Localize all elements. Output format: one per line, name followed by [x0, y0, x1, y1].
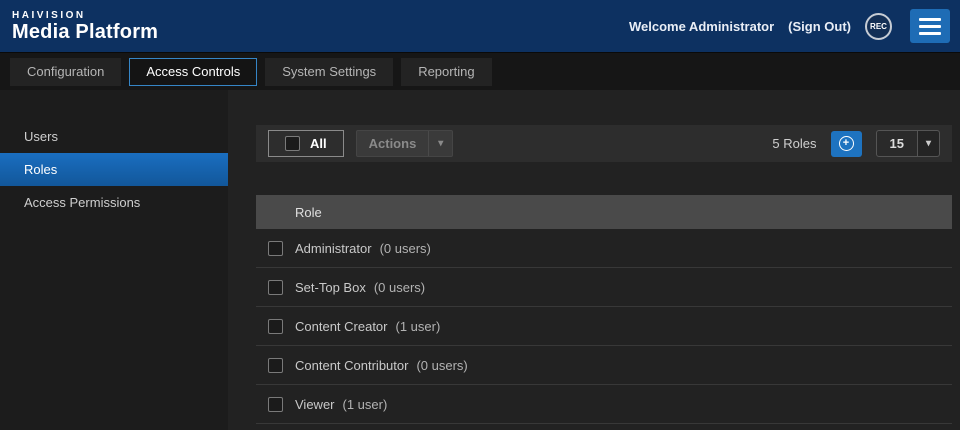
role-name: Content Contributor	[295, 358, 408, 373]
brand-name: HAIVISION	[12, 10, 158, 21]
chevron-down-icon: ▾	[917, 131, 939, 156]
tab-access-controls[interactable]: Access Controls	[129, 58, 257, 86]
roles-table: Role Administrator (0 users) Set-Top Box…	[256, 195, 952, 424]
select-all-label: All	[310, 136, 327, 151]
row-checkbox[interactable]	[268, 319, 283, 334]
role-name: Administrator	[295, 241, 372, 256]
table-row[interactable]: Content Creator (1 user)	[256, 307, 952, 346]
table-row[interactable]: Set-Top Box (0 users)	[256, 268, 952, 307]
toolbar-right: 5 Roles + 15 ▾	[772, 130, 940, 157]
app-window: HAIVISION Media Platform Welcome Adminis…	[0, 0, 960, 430]
row-checkbox[interactable]	[268, 241, 283, 256]
select-all-checkbox[interactable]	[285, 136, 300, 151]
tab-reporting[interactable]: Reporting	[401, 58, 491, 86]
page-size-dropdown[interactable]: 15 ▾	[876, 130, 941, 157]
select-all-control[interactable]: All	[268, 130, 344, 157]
roles-toolbar: All Actions ▾ 5 Roles + 15 ▾	[256, 125, 952, 162]
role-user-count: (1 user)	[343, 397, 388, 412]
plus-circle-icon: +	[839, 136, 854, 151]
table-row[interactable]: Administrator (0 users)	[256, 229, 952, 268]
table-row[interactable]: Content Contributor (0 users)	[256, 346, 952, 385]
role-name: Viewer	[295, 397, 335, 412]
actions-dropdown[interactable]: Actions ▾	[356, 130, 454, 157]
sidebar-item-users[interactable]: Users	[0, 120, 228, 153]
row-text: Content Contributor (0 users)	[295, 358, 468, 373]
sidebar-item-access-permissions[interactable]: Access Permissions	[0, 186, 228, 219]
welcome-text: Welcome Administrator	[629, 19, 774, 34]
role-user-count: (0 users)	[380, 241, 431, 256]
row-checkbox[interactable]	[268, 397, 283, 412]
menu-bar	[919, 18, 941, 21]
role-column-header: Role	[295, 205, 322, 220]
sidebar: Users Roles Access Permissions	[0, 90, 228, 430]
sign-out-link[interactable]: (Sign Out)	[788, 19, 851, 34]
row-text: Administrator (0 users)	[295, 241, 431, 256]
roles-count: 5 Roles	[772, 136, 816, 151]
role-name: Set-Top Box	[295, 280, 366, 295]
page-size-value: 15	[877, 136, 917, 151]
tab-system-settings[interactable]: System Settings	[265, 58, 393, 86]
role-name: Content Creator	[295, 319, 388, 334]
role-user-count: (1 user)	[396, 319, 441, 334]
row-text: Set-Top Box (0 users)	[295, 280, 425, 295]
row-checkbox[interactable]	[268, 358, 283, 373]
add-role-button[interactable]: +	[831, 131, 862, 157]
row-text: Content Creator (1 user)	[295, 319, 440, 334]
sidebar-item-roles[interactable]: Roles	[0, 153, 228, 186]
app-header: HAIVISION Media Platform Welcome Adminis…	[0, 0, 960, 52]
haivision-logo: HAIVISION Media Platform	[12, 10, 158, 43]
chevron-down-icon: ▾	[428, 131, 452, 156]
main-content: All Actions ▾ 5 Roles + 15 ▾	[228, 90, 960, 430]
role-user-count: (0 users)	[416, 358, 467, 373]
table-row[interactable]: Viewer (1 user)	[256, 385, 952, 424]
main-nav: Configuration Access Controls System Set…	[0, 52, 960, 90]
tab-configuration[interactable]: Configuration	[10, 58, 121, 86]
row-checkbox[interactable]	[268, 280, 283, 295]
rec-badge[interactable]: REC	[865, 13, 892, 40]
table-header: Role	[256, 195, 952, 229]
actions-label: Actions	[357, 136, 429, 151]
menu-bar	[919, 25, 941, 28]
toolbar-left: All Actions ▾	[268, 130, 453, 157]
menu-bar	[919, 32, 941, 35]
role-user-count: (0 users)	[374, 280, 425, 295]
header-right: Welcome Administrator (Sign Out) REC	[629, 9, 950, 43]
product-name: Media Platform	[12, 21, 158, 43]
row-text: Viewer (1 user)	[295, 397, 387, 412]
page-body: Users Roles Access Permissions All Actio…	[0, 90, 960, 430]
hamburger-menu-icon[interactable]	[910, 9, 950, 43]
